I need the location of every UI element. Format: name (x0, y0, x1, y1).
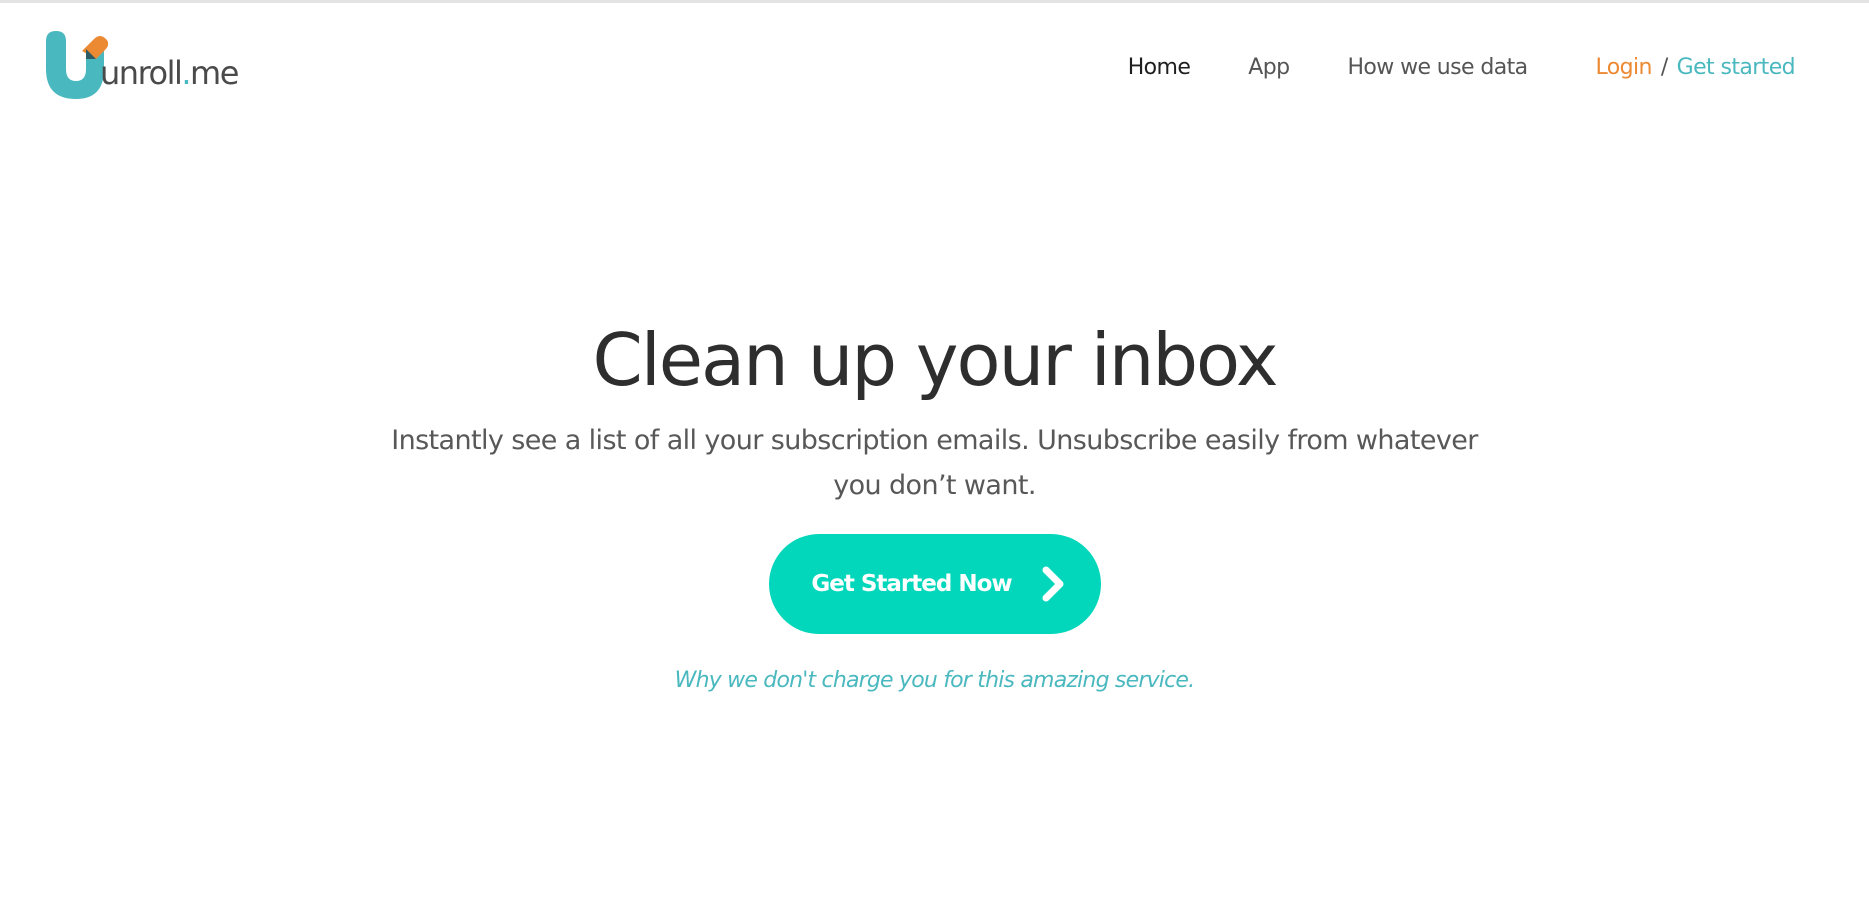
unroll-logo-icon (46, 31, 108, 99)
get-started-now-button[interactable]: Get Started Now (768, 534, 1101, 634)
site-header: unroll.me Home App How we use data Login… (0, 3, 1869, 113)
logo-link[interactable]: unroll.me (46, 31, 239, 99)
hero-title: Clean up your inbox (592, 318, 1278, 402)
cta-label: Get Started Now (811, 571, 1012, 597)
logo-wordmark-dot: . (181, 54, 191, 92)
nav-item-how-we-use-data[interactable]: How we use data (1347, 55, 1528, 80)
auth-links: Login / Get started (1595, 55, 1795, 80)
nav-item-home[interactable]: Home (1128, 55, 1191, 80)
why-free-link[interactable]: Why we don't charge you for this amazing… (675, 668, 1195, 693)
hero-subtitle: Instantly see a list of all your subscri… (391, 425, 1478, 501)
nav-item-app[interactable]: App (1248, 55, 1290, 80)
main-nav: Home App How we use data Login / Get sta… (1070, 55, 1796, 80)
auth-separator: / (1660, 55, 1668, 80)
chevron-right-icon (1042, 566, 1064, 602)
page: unroll.me Home App How we use data Login… (0, 0, 1869, 906)
logo-wordmark-tld: me (190, 54, 239, 92)
logo-wordmark: unroll.me (100, 54, 239, 99)
get-started-link[interactable]: Get started (1677, 55, 1796, 80)
hero-section: Clean up your inbox Instantly see a list… (0, 312, 1869, 693)
logo-wordmark-name: unroll (100, 54, 183, 92)
login-link[interactable]: Login (1595, 55, 1652, 80)
